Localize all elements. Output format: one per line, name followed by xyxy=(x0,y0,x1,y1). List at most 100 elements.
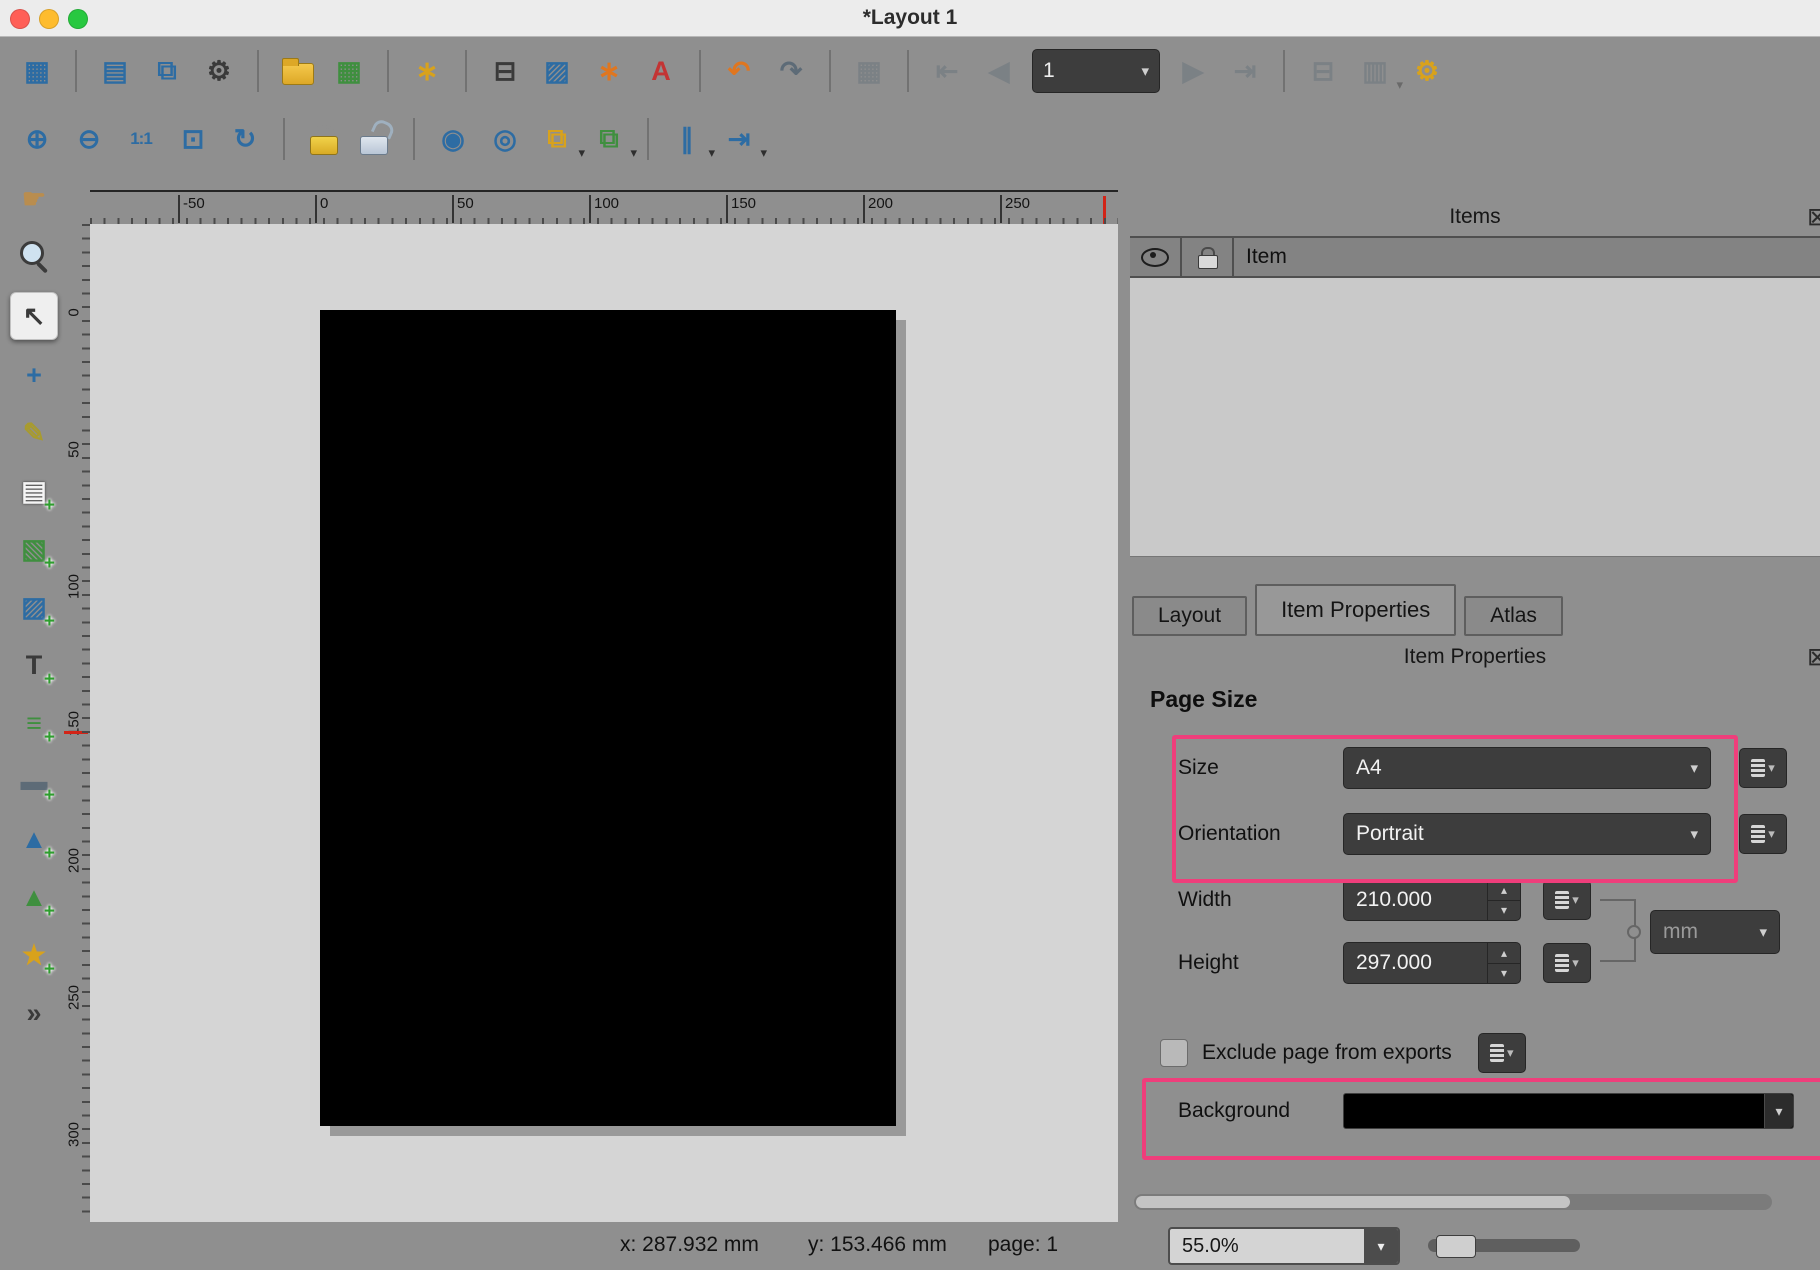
add-items-from-template-icon[interactable]: ∗ xyxy=(404,48,450,94)
scrollbar-thumb[interactable] xyxy=(1136,1196,1570,1208)
zoom-out-icon[interactable]: ⊖ xyxy=(66,116,112,162)
toolbox-more-icon[interactable]: » xyxy=(11,990,57,1036)
size-override-button[interactable]: ▾ xyxy=(1739,748,1787,788)
close-window-button[interactable] xyxy=(10,9,30,29)
zoom-full-icon[interactable]: ⊡ xyxy=(170,116,216,162)
orientation-select[interactable]: Portrait ▾ xyxy=(1343,813,1711,855)
items-list[interactable] xyxy=(1130,278,1820,557)
page-readout: page: 1 xyxy=(988,1233,1058,1257)
add-scalebar-icon[interactable]: ▬ xyxy=(11,758,57,804)
chevron-down-icon: ▾ xyxy=(1690,825,1698,843)
layout-page[interactable] xyxy=(320,310,896,1126)
save-project-icon[interactable]: ▦ xyxy=(14,48,60,94)
width-input[interactable]: 210.000 ▴ ▾ xyxy=(1343,879,1521,921)
atlas-page-combo[interactable]: 1 ▾ xyxy=(1032,49,1160,93)
first-feature-icon[interactable]: ⇤ xyxy=(924,48,970,94)
spin-up-button[interactable]: ▴ xyxy=(1488,943,1520,964)
tab-atlas[interactable]: Atlas xyxy=(1464,596,1563,636)
load-template-icon[interactable] xyxy=(274,48,320,94)
atlas-settings-icon[interactable]: ⚙ xyxy=(1404,48,1450,94)
preview-atlas-icon[interactable]: ▦ xyxy=(846,48,892,94)
exclude-override-button[interactable]: ▾ xyxy=(1478,1033,1526,1073)
raise-selected-items-icon[interactable]: ⧉ xyxy=(534,116,580,162)
size-label: Size xyxy=(1178,756,1343,780)
previous-feature-icon[interactable]: ◀ xyxy=(976,48,1022,94)
refresh-icon[interactable]: ↻ xyxy=(222,116,268,162)
export-svg-icon[interactable]: ∗ xyxy=(586,48,632,94)
zoom-level-combo[interactable]: 55.0% ▾ xyxy=(1168,1227,1400,1265)
add-label-icon[interactable]: T xyxy=(11,642,57,688)
ruler-label: 250 xyxy=(1000,195,1030,223)
duplicate-layout-icon[interactable]: ⧉ xyxy=(144,48,190,94)
zoom-slider[interactable] xyxy=(1428,1239,1580,1252)
panel-horizontal-scrollbar[interactable] xyxy=(1134,1194,1772,1210)
close-item-properties-icon[interactable]: ⊠ xyxy=(1807,642,1820,672)
tab-item-properties[interactable]: Item Properties xyxy=(1255,584,1456,636)
page-size-heading: Page Size xyxy=(1150,686,1257,713)
lock-icon xyxy=(1196,246,1218,268)
zoom-in-icon[interactable]: ⊕ xyxy=(14,116,60,162)
add-picture-icon[interactable]: ▨ xyxy=(11,584,57,630)
tab-layout[interactable]: Layout xyxy=(1132,596,1247,636)
edit-nodes-item-icon[interactable]: ✎ xyxy=(11,410,57,456)
select-move-item-icon[interactable]: ↖ xyxy=(10,292,58,340)
size-select[interactable]: A4 ▾ xyxy=(1343,747,1711,789)
exclude-page-checkbox[interactable] xyxy=(1160,1039,1188,1067)
select-all-items-icon[interactable]: ◉ xyxy=(430,116,476,162)
zoom-tool-icon[interactable] xyxy=(11,234,57,280)
lock-column-header xyxy=(1182,238,1234,276)
minimize-window-button[interactable] xyxy=(39,9,59,29)
move-item-content-icon[interactable]: + xyxy=(11,352,57,398)
add-map-icon[interactable]: ▤ xyxy=(11,468,57,514)
distribute-items-icon[interactable]: ∥ xyxy=(664,116,710,162)
layout-canvas[interactable] xyxy=(90,224,1118,1222)
layout-manager-icon[interactable]: ⚙ xyxy=(196,48,242,94)
zoom-slider-handle[interactable] xyxy=(1436,1235,1476,1258)
export-image-icon[interactable]: ▨ xyxy=(534,48,580,94)
maximize-window-button[interactable] xyxy=(68,9,88,29)
new-layout-icon[interactable]: ▤ xyxy=(92,48,138,94)
print-atlas-icon[interactable]: ⊟ xyxy=(1300,48,1346,94)
height-label: Height xyxy=(1178,951,1343,975)
height-input[interactable]: 297.000 ▴ ▾ xyxy=(1343,942,1521,984)
redo-icon[interactable]: ↷ xyxy=(768,48,814,94)
chevron-down-icon[interactable]: ▾ xyxy=(1764,1094,1793,1128)
align-selected-items-icon[interactable]: ⧉ xyxy=(586,116,632,162)
spin-down-button[interactable]: ▾ xyxy=(1488,964,1520,984)
add-shape-icon[interactable]: ▲ xyxy=(11,874,57,920)
add-marker-icon[interactable]: ★ xyxy=(11,932,57,978)
add-3d-map-icon[interactable]: ▧ xyxy=(11,526,57,572)
resize-items-icon[interactable]: ⇥ xyxy=(716,116,762,162)
undo-icon[interactable]: ↶ xyxy=(716,48,762,94)
chevron-down-icon[interactable]: ▾ xyxy=(1364,1229,1398,1263)
chevron-down-icon: ▾ xyxy=(1690,759,1698,777)
save-as-template-icon[interactable]: ▦ xyxy=(326,48,372,94)
print-icon[interactable]: ⊟ xyxy=(482,48,528,94)
lock-selected-items-icon[interactable] xyxy=(300,116,346,162)
width-override-button[interactable]: ▾ xyxy=(1543,880,1591,920)
last-feature-icon[interactable]: ⇥ xyxy=(1222,48,1268,94)
units-select[interactable]: mm ▾ xyxy=(1650,910,1780,954)
close-items-panel-icon[interactable]: ⊠ xyxy=(1807,202,1820,232)
orientation-override-button[interactable]: ▾ xyxy=(1739,814,1787,854)
exclude-row: Exclude page from exports ▾ xyxy=(1160,1031,1800,1075)
export-pdf-icon[interactable]: A xyxy=(638,48,684,94)
pan-layout-icon[interactable]: ☛ xyxy=(11,176,57,222)
export-atlas-icon[interactable]: ▥ xyxy=(1352,48,1398,94)
chevron-down-icon: ▾ xyxy=(1507,1045,1514,1061)
spin-up-button[interactable]: ▴ xyxy=(1488,880,1520,901)
zoom-actual-icon[interactable]: 1:1 xyxy=(118,116,164,162)
height-override-button[interactable]: ▾ xyxy=(1543,943,1591,983)
items-panel-header: Items ⊠ xyxy=(1130,198,1820,236)
unlock-all-items-icon[interactable] xyxy=(352,116,398,162)
zoom-level-value: 55.0% xyxy=(1170,1235,1364,1258)
lock-aspect-ratio-link[interactable] xyxy=(1600,899,1636,962)
deselect-all-items-icon[interactable]: ◎ xyxy=(482,116,528,162)
spin-down-button[interactable]: ▾ xyxy=(1488,901,1520,921)
ruler-label: 150 xyxy=(726,195,756,223)
background-color-button[interactable]: ▾ xyxy=(1343,1093,1794,1129)
data-defined-override-icon xyxy=(1751,759,1765,777)
add-north-arrow-icon[interactable]: ▲ xyxy=(11,816,57,862)
add-legend-icon[interactable]: ≡ xyxy=(11,700,57,746)
next-feature-icon[interactable]: ▶ xyxy=(1170,48,1216,94)
